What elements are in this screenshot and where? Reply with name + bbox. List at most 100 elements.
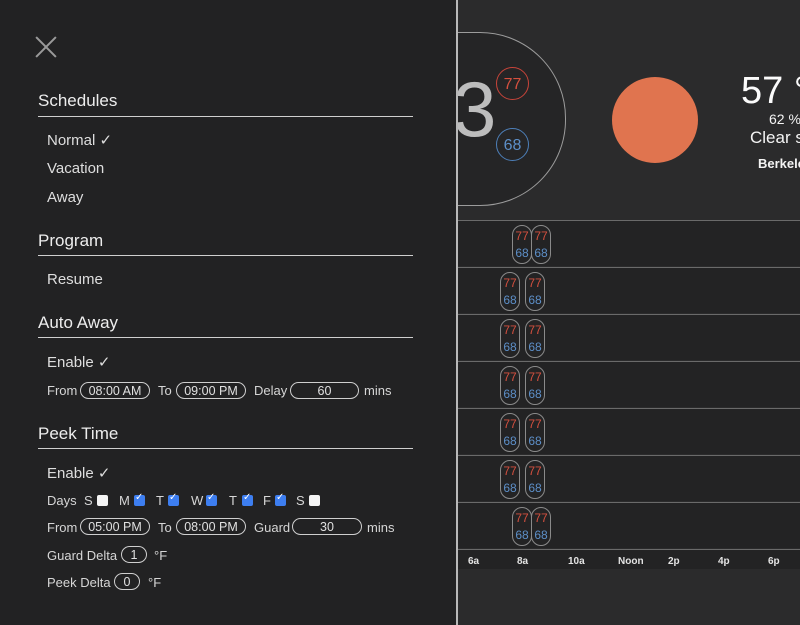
schedule-row[interactable]: 77 68 77 68: [458, 502, 800, 548]
day-thu-label: T: [229, 493, 237, 508]
schedule-row[interactable]: 77 68 77 68: [458, 267, 800, 313]
day-tue-checkbox[interactable]: [168, 492, 179, 506]
day-sat-label: S: [296, 493, 305, 508]
segment-heat: 77: [503, 370, 517, 384]
segment-cool: 68: [503, 387, 517, 401]
segment-cool: 68: [528, 387, 542, 401]
cool-setpoint[interactable]: 68: [496, 128, 529, 161]
settings-panel: Schedules Normal ✓ Vacation Away Program…: [0, 0, 456, 625]
auto-away-from-input[interactable]: 08:00 AM: [80, 382, 150, 399]
schedule-segment[interactable]: 77 68: [500, 460, 520, 499]
schedule-segment[interactable]: 77 68: [512, 225, 532, 264]
auto-away-delay-input[interactable]: 60: [290, 382, 359, 399]
segment-cool: 68: [528, 481, 542, 495]
schedule-row[interactable]: 77 68 77 68: [458, 408, 800, 454]
day-mon-checkbox[interactable]: [134, 492, 145, 506]
day-wed-checkbox[interactable]: [206, 492, 217, 506]
segment-heat: 77: [503, 417, 517, 431]
schedule-away[interactable]: Away: [47, 189, 83, 206]
segment-heat: 77: [528, 464, 542, 478]
auto-away-from-label: From: [47, 383, 78, 398]
schedule-normal[interactable]: Normal ✓: [47, 131, 112, 149]
day-sun-checkbox[interactable]: [97, 495, 108, 506]
segment-heat: 77: [528, 276, 542, 290]
schedule-row[interactable]: 77 68 77 68: [458, 314, 800, 360]
schedules-heading: Schedules: [38, 91, 118, 110]
segment-heat: 77: [515, 229, 529, 243]
segment-heat: 77: [503, 276, 517, 290]
auto-away-to-input[interactable]: 09:00 PM: [176, 382, 246, 399]
segment-heat: 77: [534, 229, 548, 243]
segment-cool: 68: [528, 434, 542, 448]
peek-time-divider: [38, 448, 413, 449]
segment-cool: 68: [503, 293, 517, 307]
auto-away-delay-unit: mins: [364, 383, 392, 398]
schedule-segment[interactable]: 77 68: [500, 413, 520, 452]
peek-from-label: From: [47, 520, 78, 535]
schedule-segment[interactable]: 77 68: [531, 507, 551, 546]
schedules-divider: [38, 116, 413, 117]
auto-away-heading: Auto Away: [38, 313, 119, 332]
schedule-row[interactable]: 77 68 77 68: [458, 220, 800, 266]
peek-guard-unit: mins: [367, 520, 395, 535]
day-thu-checkbox[interactable]: [242, 492, 253, 506]
segment-cool: 68: [534, 246, 548, 260]
schedule-segment[interactable]: 77 68: [525, 272, 545, 311]
segment-cool: 68: [528, 293, 542, 307]
segment-cool: 68: [528, 340, 542, 354]
schedule-row[interactable]: 77 68 77 68: [458, 361, 800, 407]
schedule-vacation[interactable]: Vacation: [47, 160, 104, 177]
axis-tick: Noon: [618, 556, 644, 567]
segment-cool: 68: [503, 434, 517, 448]
segment-heat: 77: [534, 511, 548, 525]
thermostat-view: 3 77 68 57 ° 62 % Clear s Berkele 7768 7…: [458, 0, 800, 625]
auto-away-delay-label: Delay: [254, 383, 288, 398]
segment-cool: 68: [503, 340, 517, 354]
peek-delta-input[interactable]: 0: [114, 573, 140, 590]
segment-heat: 77: [528, 323, 542, 337]
schedule-segment[interactable]: 77 68: [500, 319, 520, 358]
weather-condition: Clear s: [750, 128, 800, 147]
schedule-row[interactable]: 77 68 77 68: [458, 455, 800, 501]
program-divider: [38, 255, 413, 256]
axis-tick: 8a: [517, 556, 529, 567]
days-label: Days: [47, 493, 77, 508]
schedule-segment[interactable]: 77 68: [525, 413, 545, 452]
weather-location: Berkele: [758, 156, 800, 171]
day-fri-checkbox[interactable]: [275, 492, 286, 506]
program-resume[interactable]: Resume: [47, 271, 103, 288]
peek-guard-label: Guard: [254, 520, 291, 535]
axis-tick: 10a: [568, 556, 585, 567]
guard-delta-unit: °F: [154, 548, 168, 563]
heat-setpoint[interactable]: 77: [496, 67, 529, 100]
peek-guard-input[interactable]: 30: [292, 518, 362, 535]
axis-tick: 4p: [718, 556, 730, 567]
peek-to-label: To: [158, 520, 172, 535]
schedule-segment[interactable]: 77 68: [525, 366, 545, 405]
day-fri-label: F: [263, 493, 271, 508]
segment-cool: 68: [515, 246, 529, 260]
close-icon[interactable]: [34, 35, 58, 59]
guard-delta-label: Guard Delta: [47, 548, 118, 563]
segment-heat: 77: [528, 417, 542, 431]
segment-heat: 77: [515, 511, 529, 525]
day-sat-checkbox[interactable]: [309, 495, 320, 506]
segment-cool: 68: [515, 528, 529, 542]
schedule-segment[interactable]: 77 68: [525, 460, 545, 499]
schedule-segment[interactable]: 77 68: [500, 366, 520, 405]
peek-from-input[interactable]: 05:00 PM: [80, 518, 150, 535]
schedule-segment[interactable]: 77 68: [500, 272, 520, 311]
segment-heat: 77: [503, 323, 517, 337]
peek-time-heading: Peek Time: [38, 424, 119, 443]
peek-delta-unit: °F: [148, 575, 162, 590]
auto-away-divider: [38, 337, 413, 338]
peek-time-enable[interactable]: Enable ✓: [47, 464, 110, 482]
auto-away-enable[interactable]: Enable ✓: [47, 353, 110, 371]
outdoor-humidity: 62 %: [769, 111, 800, 127]
guard-delta-input[interactable]: 1: [121, 546, 147, 563]
day-tue-label: T: [156, 493, 164, 508]
schedule-segment[interactable]: 77 68: [531, 225, 551, 264]
peek-to-input[interactable]: 08:00 PM: [176, 518, 246, 535]
schedule-segment[interactable]: 77 68: [525, 319, 545, 358]
schedule-segment[interactable]: 77 68: [512, 507, 532, 546]
